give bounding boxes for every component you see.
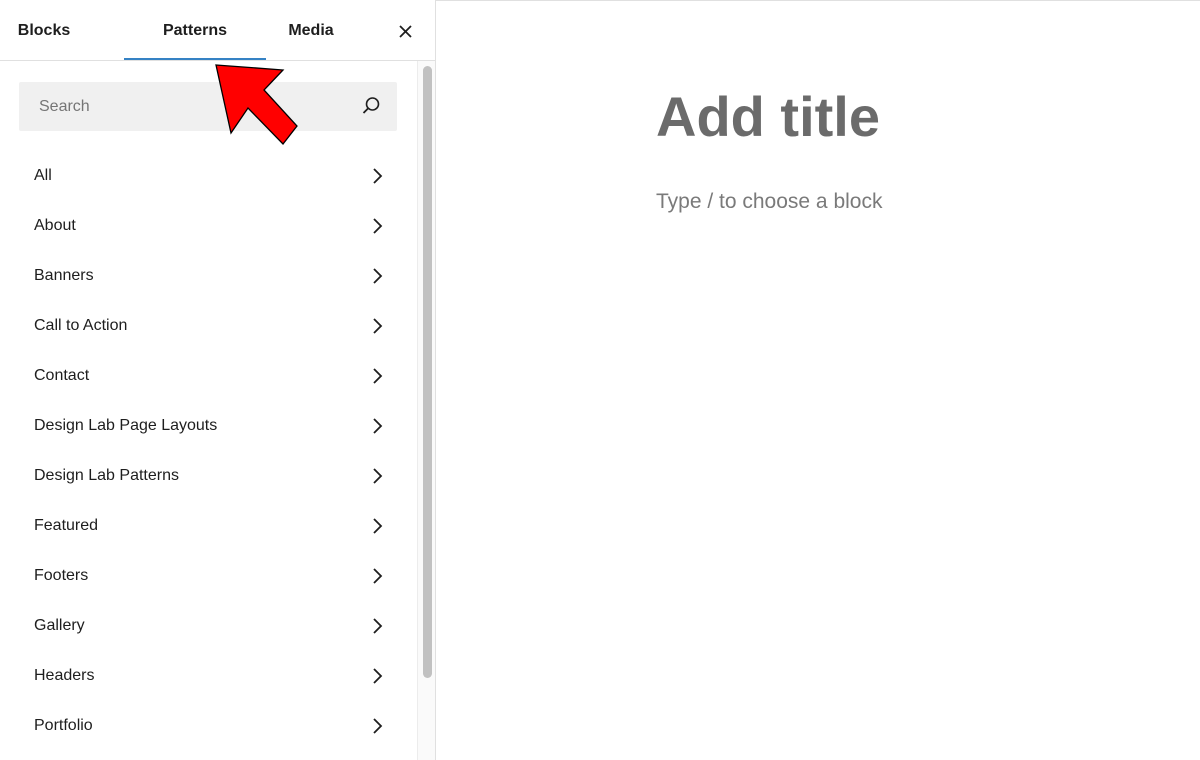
active-tab-indicator	[124, 58, 266, 60]
chevron-right-icon	[373, 618, 383, 634]
category-label: Gallery	[34, 617, 85, 634]
chevron-right-icon	[373, 668, 383, 684]
chevron-right-icon	[373, 518, 383, 534]
chevron-right-icon	[373, 368, 383, 384]
category-label: Footers	[34, 567, 89, 584]
category-contact[interactable]: Contact	[14, 351, 400, 401]
tab-media[interactable]: Media	[266, 0, 356, 60]
category-label: Featured	[34, 517, 99, 534]
category-call-to-action[interactable]: Call to Action	[14, 301, 400, 351]
close-inserter-button[interactable]	[392, 18, 418, 44]
editor-screen: Blocks Patterns Media All	[0, 0, 1200, 760]
category-label: Design Lab Patterns	[34, 467, 179, 484]
red-arrow-icon	[215, 64, 298, 145]
tab-patterns[interactable]: Patterns	[124, 0, 266, 60]
chevron-right-icon	[373, 568, 383, 584]
close-icon	[399, 25, 412, 38]
category-headers[interactable]: Headers	[14, 651, 400, 701]
chevron-right-icon	[373, 318, 383, 334]
category-label: Banners	[34, 267, 94, 284]
category-label: About	[34, 217, 76, 234]
category-gallery[interactable]: Gallery	[14, 601, 400, 651]
chevron-right-icon	[373, 718, 383, 734]
category-design-lab-page-layouts[interactable]: Design Lab Page Layouts	[14, 401, 400, 451]
category-design-lab-patterns[interactable]: Design Lab Patterns	[14, 451, 400, 501]
chevron-right-icon	[373, 168, 383, 184]
category-label: All	[34, 167, 52, 184]
block-appender-placeholder[interactable]: Type / to choose a block	[656, 187, 882, 217]
pattern-category-list: All About Banners Call to Action Contact…	[14, 151, 400, 751]
category-portfolio[interactable]: Portfolio	[14, 701, 400, 751]
category-label: Headers	[34, 667, 95, 684]
post-title-placeholder[interactable]: Add title	[656, 82, 880, 152]
chevron-right-icon	[373, 268, 383, 284]
category-featured[interactable]: Featured	[14, 501, 400, 551]
category-footers[interactable]: Footers	[14, 551, 400, 601]
sidebar-scrollbar[interactable]	[417, 61, 435, 760]
search-icon[interactable]	[359, 94, 383, 118]
category-about[interactable]: About	[14, 201, 400, 251]
category-label: Portfolio	[34, 717, 93, 734]
category-banners[interactable]: Banners	[14, 251, 400, 301]
category-label: Call to Action	[34, 317, 128, 334]
category-all[interactable]: All	[14, 151, 400, 201]
category-label: Design Lab Page Layouts	[34, 417, 218, 434]
scrollbar-thumb[interactable]	[423, 66, 432, 678]
top-border	[436, 0, 1200, 1]
chevron-right-icon	[373, 468, 383, 484]
tab-blocks[interactable]: Blocks	[0, 0, 88, 60]
category-label: Contact	[34, 367, 90, 384]
chevron-right-icon	[373, 418, 383, 434]
chevron-right-icon	[373, 218, 383, 234]
inserter-tabs: Blocks Patterns Media	[0, 0, 435, 61]
